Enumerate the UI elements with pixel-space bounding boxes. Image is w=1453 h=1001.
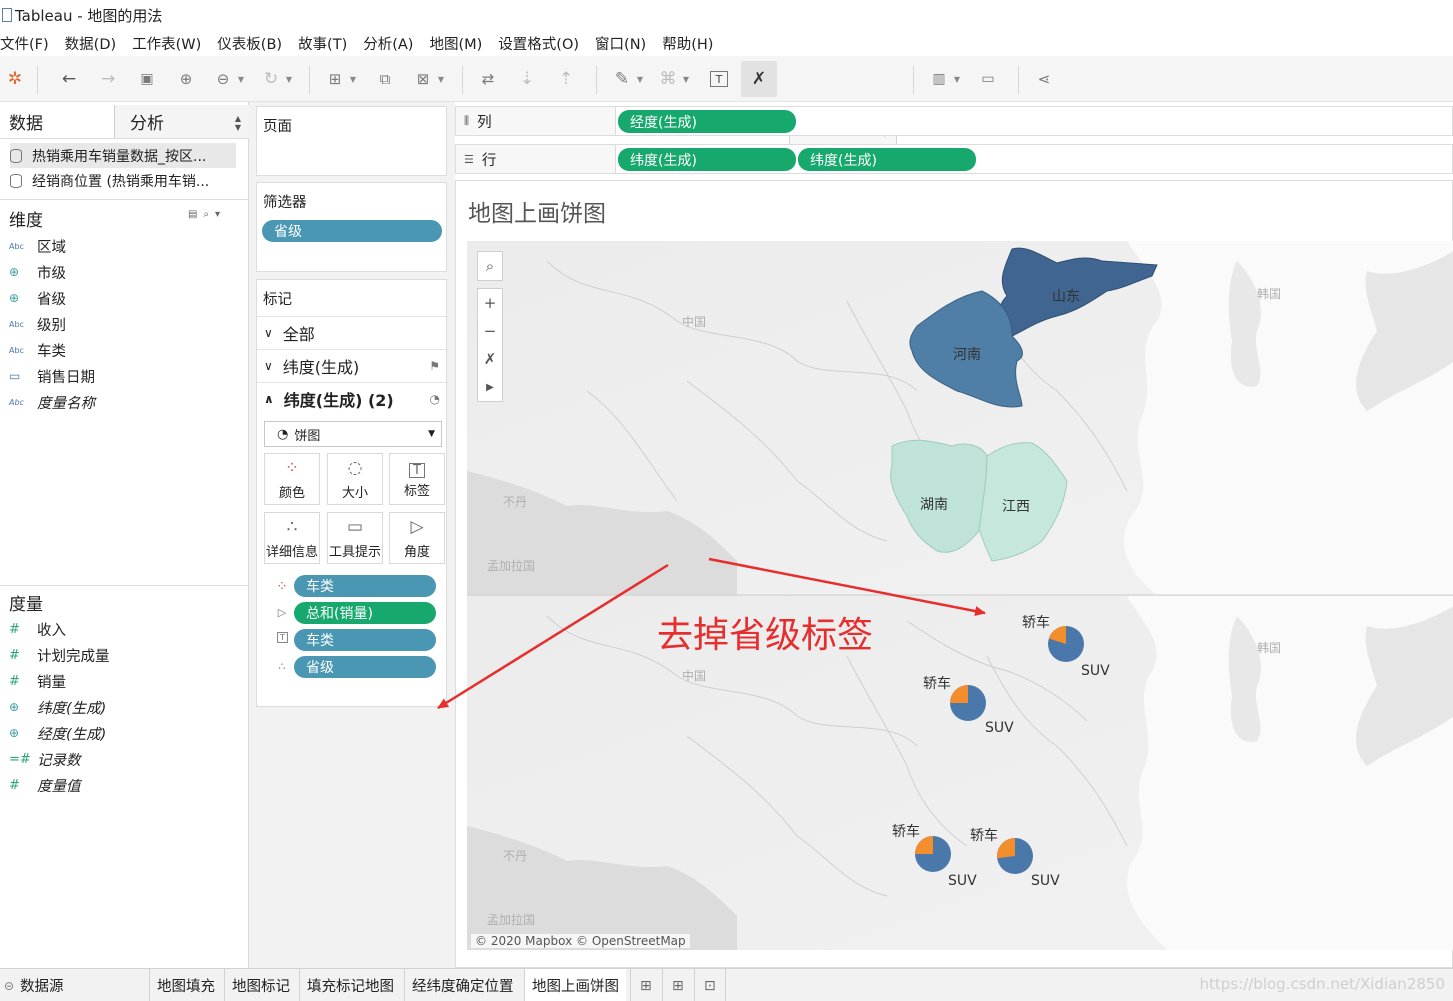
- sheet-tab[interactable]: 填充标记地图: [299, 969, 401, 1001]
- new-dashboard-icon[interactable]: ⊞: [662, 969, 693, 1001]
- sheet-tab[interactable]: 地图填充: [149, 969, 222, 1001]
- sheet-tab[interactable]: 地图标记: [224, 969, 297, 1001]
- annotation-text: 去掉省级标签: [657, 615, 874, 656]
- sheet-tab-bar: ⊝ 数据源 地图填充 地图标记 填充标记地图 经纬度确定位置 地图上画饼图 ⊞ ⊞…: [0, 968, 1453, 1001]
- watermark: https://blog.csdn.net/Xidian2850: [1199, 975, 1445, 993]
- sheet-tab[interactable]: 经纬度确定位置: [404, 969, 521, 1001]
- new-story-icon[interactable]: ⊡: [694, 969, 726, 1001]
- new-worksheet-icon[interactable]: ⊞: [630, 969, 661, 1001]
- annotation-arrow: [708, 557, 986, 616]
- database-icon: ⊝: [4, 978, 15, 993]
- sheet-tab-active[interactable]: 地图上画饼图: [524, 969, 626, 1001]
- annotation-arrow: [437, 563, 669, 710]
- tab-datasource[interactable]: ⊝ 数据源: [0, 969, 71, 1001]
- annotation-arrows: [437, 557, 986, 710]
